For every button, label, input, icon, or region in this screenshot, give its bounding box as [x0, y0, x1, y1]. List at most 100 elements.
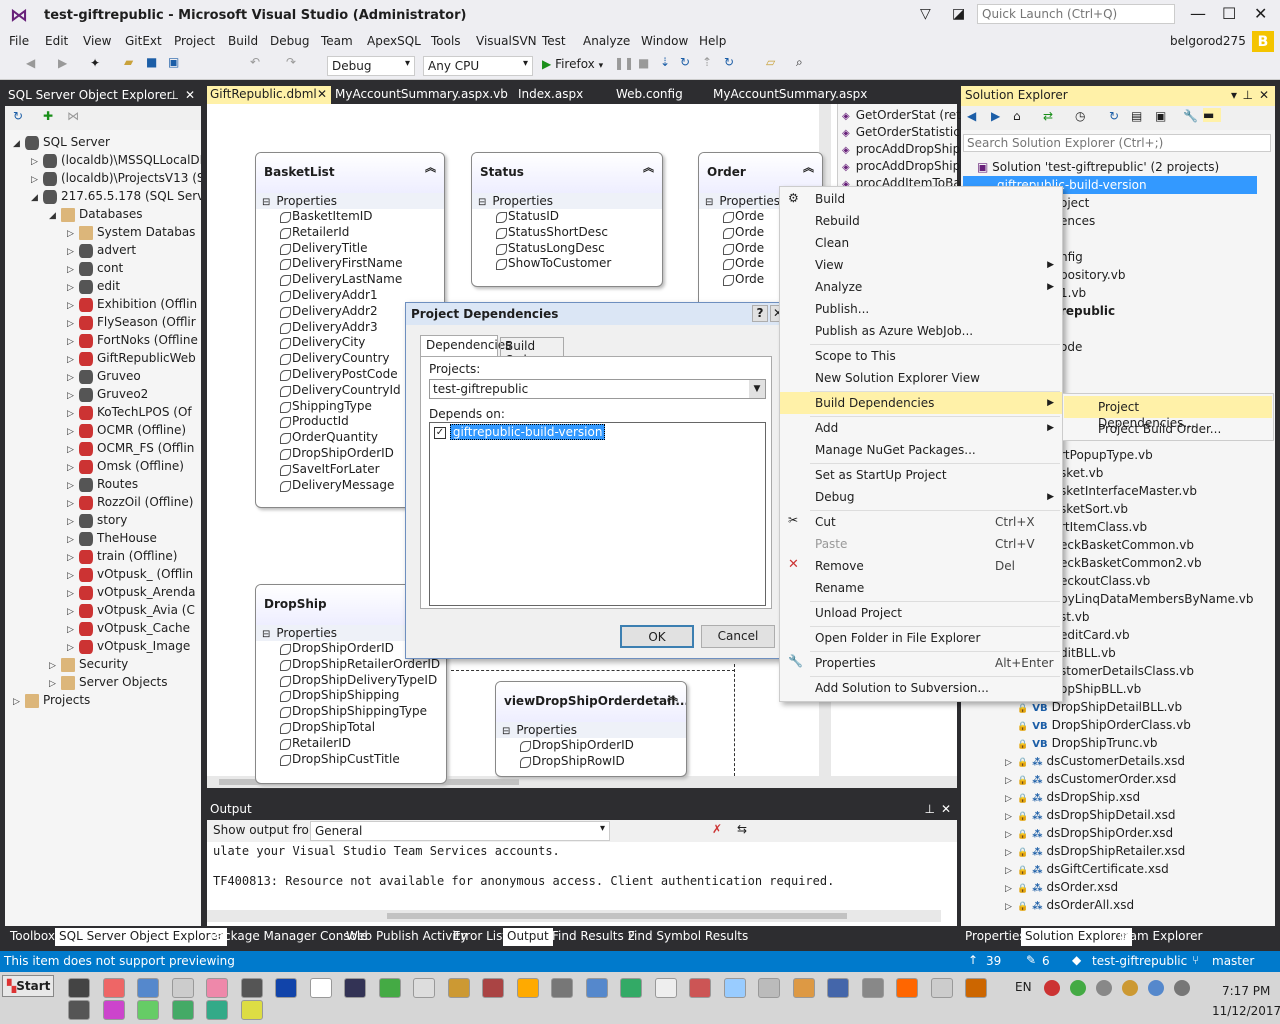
- method-item[interactable]: ◈ GetOrderStat (retai: [842, 106, 972, 124]
- taskbar-app-icon[interactable]: [275, 978, 297, 998]
- home-icon[interactable]: ⌂: [1013, 109, 1021, 123]
- taskbar-app-icon[interactable]: [965, 978, 987, 998]
- sql-tree-item[interactable]: ▷ (localdb)\ProjectsV13 (S: [31, 169, 201, 187]
- redo-icon[interactable]: ↷: [286, 55, 296, 69]
- taskbar-app-icon[interactable]: [723, 978, 746, 998]
- menu-analyze[interactable]: Analyze: [583, 34, 630, 48]
- tab-toolbox[interactable]: Toolbox: [6, 928, 59, 946]
- sync-icon[interactable]: ⇄: [1043, 109, 1053, 123]
- sql-tree-item[interactable]: ▷ FlySeason (Offlir: [67, 313, 196, 331]
- menu-build[interactable]: Build: [228, 34, 258, 48]
- entity-field[interactable]: StatusLongDesc: [472, 241, 662, 257]
- menu-item-build-dependencies[interactable]: Build Dependencies ▶: [780, 392, 1062, 414]
- menu-project-build-order[interactable]: Project Build Order...: [1064, 418, 1272, 440]
- tab-giftrepublic-dbml[interactable]: GiftRepublic.dbml ✕: [207, 86, 331, 104]
- dropdown-icon[interactable]: ▾: [1231, 88, 1237, 102]
- taskbar-app-icon[interactable]: [758, 978, 780, 998]
- sql-tree-item[interactable]: ▷ vOtpusk_ (Offlin: [67, 565, 193, 583]
- properties-section[interactable]: ⊟ Properties: [496, 722, 686, 738]
- collapsed-icon[interactable]: ▷: [1005, 898, 1017, 916]
- solution-tree-item[interactable]: eckoutClass.vb: [1060, 572, 1150, 590]
- expanded-icon[interactable]: ◢: [49, 207, 61, 225]
- tray-icon[interactable]: [1174, 980, 1190, 996]
- sql-tree-item[interactable]: ▷ Gruveo2: [67, 385, 148, 403]
- solution-search-input[interactable]: [963, 134, 1271, 152]
- disconnect-icon[interactable]: ⋈: [67, 109, 79, 123]
- entity-field[interactable]: DropShipRowID: [496, 754, 686, 770]
- tab-output[interactable]: Output: [503, 928, 553, 946]
- taskbar-app-icon[interactable]: [585, 978, 608, 998]
- method-item[interactable]: ◈ procAddDropShipOr: [842, 157, 975, 175]
- solution-tree-item[interactable]: st.vb: [1060, 608, 1090, 626]
- taskbar-app-icon[interactable]: [413, 978, 435, 998]
- solution-tree-item[interactable]: ▷ 🔒 ⁂ dsGiftCertificate.xsd: [1005, 860, 1169, 878]
- solution-tree-item[interactable]: rtPopupType.vb: [1060, 446, 1153, 464]
- open-icon[interactable]: ▰: [124, 55, 133, 69]
- solution-tree-item[interactable]: ▷ 🔒 ⁂ dsDropShipOrder.xsd: [1005, 824, 1173, 842]
- tab-myaccountsummary-vb[interactable]: MyAccountSummary.aspx.vb: [335, 87, 508, 101]
- entity-field[interactable]: DropShipRetailerOrderID: [256, 657, 446, 673]
- entity-header[interactable]: viewDropShipOrderdetail... ︽: [496, 682, 686, 722]
- taskbar-app-icon[interactable]: [102, 1000, 125, 1020]
- tab-dependencies[interactable]: Dependencies: [420, 335, 511, 357]
- step-out-icon[interactable]: ⇡: [702, 55, 712, 69]
- sql-tree-item[interactable]: ▷ RozzOil (Offline): [67, 493, 193, 511]
- entity-field[interactable]: DropShipShippingType: [256, 704, 446, 720]
- menu-view[interactable]: View: [83, 34, 111, 48]
- changes-count[interactable]: 6: [1042, 954, 1050, 968]
- entity-1[interactable]: Status ︽ ⊟ Properties StatusID StatusShortDes…: [471, 152, 663, 288]
- close-button[interactable]: ✕: [1254, 4, 1267, 23]
- expanded-icon[interactable]: ◢: [13, 135, 25, 153]
- sql-tree-item[interactable]: ▷ OCMR_FS (Offlin: [67, 439, 194, 457]
- tab-build-order[interactable]: Build Order: [500, 337, 564, 367]
- tab-find-symbol[interactable]: Find Symbol Results: [624, 928, 752, 946]
- menu-item-new-solution-explorer-view[interactable]: New Solution Explorer View: [780, 367, 1062, 389]
- cancel-button[interactable]: Cancel: [701, 625, 775, 648]
- clock-time[interactable]: 7:17 PM: [1222, 984, 1270, 998]
- entity-field[interactable]: RetailerID: [256, 736, 446, 752]
- entity-field[interactable]: DropShipOrderID: [496, 738, 686, 754]
- find-icon[interactable]: ⌕: [796, 55, 803, 70]
- sql-tree-item[interactable]: ▷ Server Objects: [49, 673, 168, 691]
- menu-item-remove[interactable]: Remove Del: [780, 555, 1062, 577]
- tab-sql-explorer[interactable]: SQL Server Object Explorer: [55, 928, 227, 946]
- taskbar-app-icon[interactable]: [827, 978, 849, 998]
- sql-tree-item[interactable]: ▷ KoTechLPOS (Of: [67, 403, 192, 421]
- solution-tree-item[interactable]: pository.vb: [1060, 266, 1125, 284]
- sql-explorer-header[interactable]: SQL Server Object Explorer ⊥ ✕: [4, 86, 202, 106]
- taskbar-app-icon[interactable]: [240, 978, 263, 998]
- menu-item-properties[interactable]: Properties Alt+Enter: [780, 652, 1062, 674]
- taskbar-app-icon[interactable]: [206, 1000, 228, 1020]
- solution-tree-item[interactable]: rtItemClass.vb: [1060, 518, 1147, 536]
- sql-tree-item[interactable]: ▷ Projects: [13, 691, 90, 709]
- solution-tree-item[interactable]: ▷ 🔒 ⁂ dsDropShipDetail.xsd: [1005, 806, 1176, 824]
- repo-name[interactable]: test-giftrepublic: [1092, 954, 1187, 968]
- menu-item-paste[interactable]: Paste Ctrl+V: [780, 533, 1062, 555]
- taskbar-app-icon[interactable]: [551, 978, 573, 998]
- pin-icon[interactable]: ⊥: [1243, 88, 1253, 102]
- menu-item-publish-as-azure-webjob[interactable]: Publish as Azure WebJob...: [780, 320, 1062, 342]
- solution-tree-item[interactable]: ▷ 🔒 ⁂ dsCustomerDetails.xsd: [1005, 752, 1185, 770]
- tray-icon[interactable]: [1122, 980, 1138, 996]
- entity-field[interactable]: DropShipShipping: [256, 688, 446, 704]
- expanded-icon[interactable]: ◢: [31, 189, 43, 207]
- solution-node[interactable]: ▣ Solution 'test-giftrepublic' (2 projec…: [977, 158, 1219, 176]
- entity-field[interactable]: DropShipTotal: [256, 720, 446, 736]
- wrap-icon[interactable]: ⇆: [737, 822, 747, 836]
- maximize-button[interactable]: ☐: [1222, 4, 1236, 23]
- forward-icon[interactable]: ▶: [991, 109, 1000, 123]
- depends-on-list[interactable]: ✓ giftrepublic-build-version: [429, 422, 766, 606]
- stop-icon[interactable]: ■: [638, 56, 649, 70]
- menu-project-dependencies[interactable]: Project Dependencies...: [1064, 396, 1272, 430]
- solution-tree-item[interactable]: ▷ 🔒 ⁂ dsDropShipRetailer.xsd: [1005, 842, 1185, 860]
- properties-section[interactable]: ⊟ Properties: [256, 193, 444, 209]
- taskbar-app-icon[interactable]: [689, 978, 711, 998]
- output-header[interactable]: Output ⊥ ✕: [206, 800, 958, 820]
- save-all-icon[interactable]: ▣: [168, 55, 179, 69]
- collapse-icon[interactable]: ⊟: [478, 197, 486, 208]
- collapse-icon[interactable]: ︽: [643, 159, 654, 175]
- sql-tree-item[interactable]: ▷ GiftRepublicWeb: [67, 349, 196, 367]
- taskbar-app-icon[interactable]: [171, 1000, 194, 1020]
- menu-visualsvn[interactable]: VisualSVN: [476, 34, 537, 48]
- menu-item-open-folder-in-file-explorer[interactable]: Open Folder in File Explorer: [780, 627, 1062, 649]
